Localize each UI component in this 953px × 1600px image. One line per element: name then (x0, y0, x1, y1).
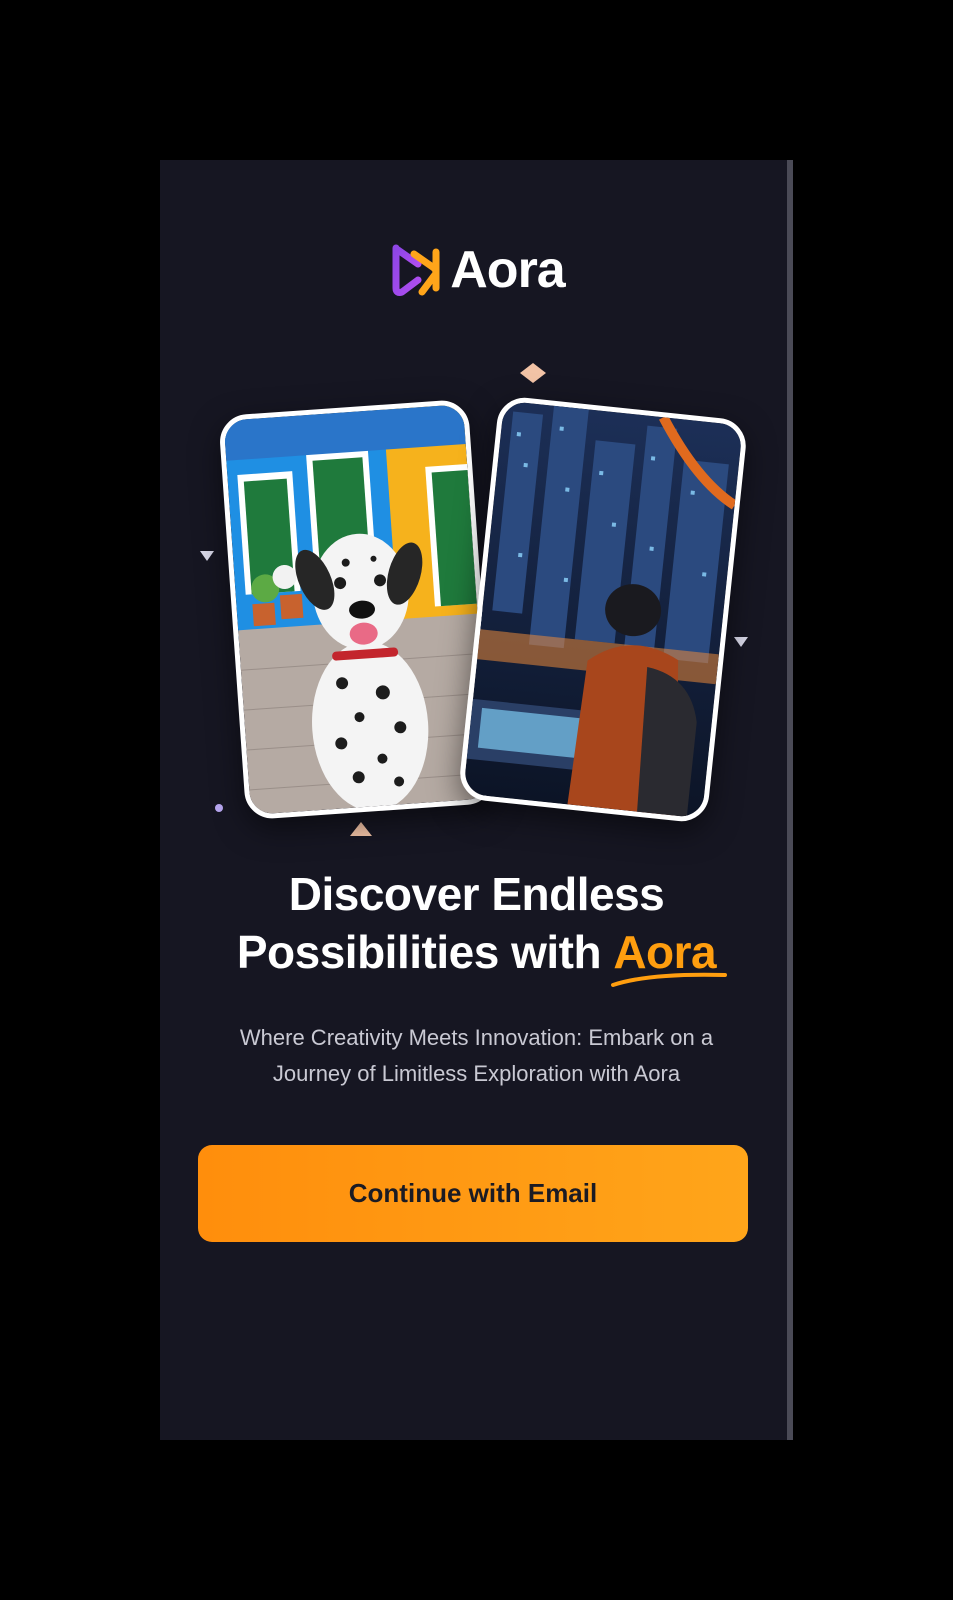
hero-image-city (457, 395, 749, 824)
aora-logo-icon (392, 244, 440, 296)
dot-icon (215, 804, 223, 812)
triangle-icon (734, 637, 748, 647)
logo-text: Aora (450, 241, 565, 299)
continue-with-email-button[interactable]: Continue with Email (198, 1145, 748, 1242)
triangle-icon (350, 822, 372, 836)
subtext: Where Creativity Meets Innovation: Embar… (239, 1025, 714, 1086)
app-logo: Aora (160, 240, 793, 300)
headline: Discover Endless Possibilities with Aora (160, 865, 793, 987)
underline-swoosh-icon (611, 972, 728, 987)
hero-cards (160, 363, 793, 845)
diamond-icon (520, 363, 546, 383)
scrollbar[interactable] (787, 160, 793, 1440)
headline-line-2-prefix: Possibilities with (236, 926, 614, 978)
triangle-icon (200, 551, 214, 561)
headline-line-1: Discover Endless (288, 868, 665, 920)
hero-image-dog (218, 398, 496, 821)
onboarding-screen: Aora Discover Endless Possibilities with… (160, 160, 793, 1440)
headline-brand-word: Aora (611, 923, 728, 987)
headline-line-2: Possibilities with Aora (160, 923, 793, 987)
